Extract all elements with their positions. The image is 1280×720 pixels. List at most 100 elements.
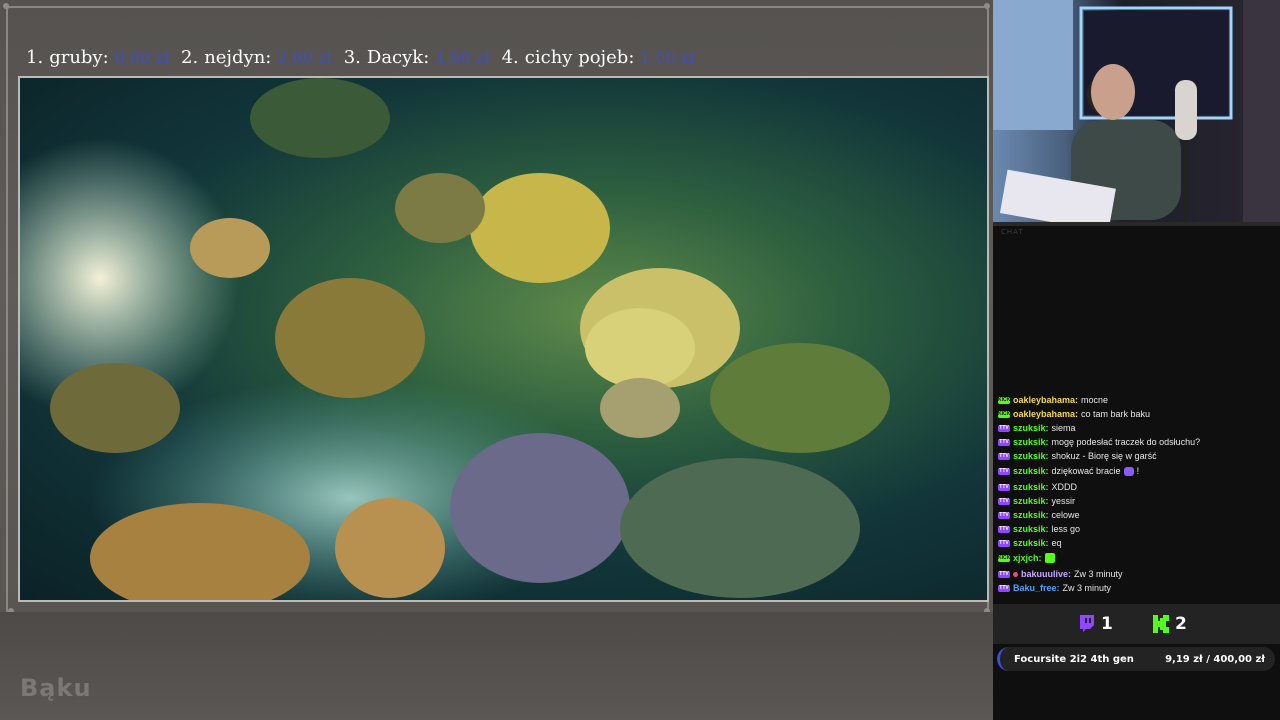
twitch-badge-icon: TTV bbox=[998, 483, 1010, 491]
donor-item: 1. gruby: 6,00 zł bbox=[26, 47, 169, 68]
chat-text: shokuz - Biorę się w garść bbox=[1051, 451, 1157, 461]
live-status-icon bbox=[1013, 571, 1018, 577]
chat-text: eq bbox=[1051, 538, 1062, 548]
coral-reef-scene bbox=[20, 78, 890, 600]
chat-username: szuksik: bbox=[1013, 496, 1049, 506]
chat-message: TTV szuksik: XDDD bbox=[998, 480, 1077, 494]
donor-item: 2. nejdyn: 2,00 zł bbox=[181, 47, 332, 68]
chat-message: TTV szuksik: dziękować bracie ! bbox=[998, 464, 1139, 478]
donor-amount: 1,00 zł bbox=[640, 47, 695, 67]
webcam-feed bbox=[993, 0, 1280, 222]
chat-username: szuksik: bbox=[1013, 538, 1049, 548]
chat-username: szuksik: bbox=[1013, 524, 1049, 534]
chat-message: TTV szuksik: siema bbox=[998, 421, 1076, 435]
chat-username: szuksik: bbox=[1013, 466, 1049, 476]
chat-username: oakleybahama: bbox=[1013, 395, 1079, 405]
chat-panel: KICK oakleybahama: mocne KICK oakleybaha… bbox=[993, 393, 1280, 598]
kick-badge-icon: KICK bbox=[998, 396, 1011, 404]
chat-text: less go bbox=[1051, 524, 1081, 534]
chat-message: TTV szuksik: less go bbox=[998, 522, 1080, 536]
chat-text: mogę podesłać traczek do odsłuchu? bbox=[1051, 437, 1201, 447]
twitch-logo-icon bbox=[1080, 615, 1094, 632]
chat-text: siema bbox=[1051, 423, 1076, 433]
stream-overlay-stage: 1. gruby: 6,00 zł 2. nejdyn: 2,00 zł 3. … bbox=[0, 0, 993, 720]
webcam-divider bbox=[993, 222, 1280, 226]
chat-message: TTV szuksik: eq bbox=[998, 536, 1062, 550]
twitch-badge-icon: TTV bbox=[998, 570, 1010, 578]
chat-text: XDDD bbox=[1051, 482, 1078, 492]
emote-icon bbox=[1044, 553, 1055, 563]
twitch-badge-icon: TTV bbox=[998, 452, 1010, 460]
twitch-count-value: 1 bbox=[1101, 614, 1113, 634]
kick-viewer-count: 2 bbox=[1153, 614, 1187, 634]
chat-message: TTV szuksik: celowe bbox=[998, 508, 1080, 522]
donor-item: 4. cichy pojeb: 1,00 zł bbox=[502, 47, 695, 68]
chat-username: oakleybahama: bbox=[1013, 409, 1079, 419]
video-player[interactable] bbox=[18, 76, 989, 602]
chat-username: szuksik: bbox=[1013, 482, 1049, 492]
chat-message: TTV szuksik: yessir bbox=[998, 494, 1075, 508]
goal-separator: / bbox=[1206, 653, 1210, 665]
brand-logo-text: Bąku bbox=[20, 674, 92, 702]
donor-rank: 4. bbox=[501, 46, 519, 68]
chat-username: bakuuulive: bbox=[1021, 569, 1072, 579]
donor-rank: 2. bbox=[181, 46, 199, 68]
donor-name: cichy pojeb: bbox=[524, 46, 635, 68]
heart-emote-icon bbox=[1123, 466, 1134, 476]
chat-text-suffix: ! bbox=[1136, 466, 1140, 476]
donor-rank: 3. bbox=[343, 46, 361, 68]
chat-text: mocne bbox=[1081, 395, 1109, 405]
kick-badge-icon: KICK bbox=[998, 554, 1011, 562]
twitch-badge-icon: TTV bbox=[998, 584, 1010, 592]
frame-corner-dot bbox=[3, 3, 9, 9]
twitch-badge-icon: TTV bbox=[998, 539, 1010, 547]
kick-logo-icon bbox=[1153, 615, 1169, 633]
right-sidebar: CHAT KICK oakleybahama: mocne KICK oakle… bbox=[993, 0, 1280, 720]
donor-name: gruby: bbox=[49, 46, 109, 68]
chat-text: co tam bark baku bbox=[1081, 409, 1151, 419]
chat-message: KICK oakleybahama: co tam bark baku bbox=[998, 407, 1150, 421]
chat-username: szuksik: bbox=[1013, 423, 1049, 433]
twitch-badge-icon: TTV bbox=[998, 525, 1010, 533]
kick-count-value: 2 bbox=[1175, 614, 1187, 634]
chat-message: TTV Baku_free: Zw 3 minuty bbox=[998, 581, 1111, 595]
top-donors-list: 1. gruby: 6,00 zł 2. nejdyn: 2,00 zł 3. … bbox=[26, 44, 695, 70]
twitch-badge-icon: TTV bbox=[998, 467, 1010, 475]
donor-name: nejdyn: bbox=[204, 46, 272, 68]
bottom-bar bbox=[0, 612, 993, 720]
chat-username: szuksik: bbox=[1013, 451, 1049, 461]
twitch-badge-icon: TTV bbox=[998, 497, 1010, 505]
chat-text: yessir bbox=[1051, 496, 1076, 506]
twitch-badge-icon: TTV bbox=[998, 438, 1010, 446]
chat-text: Zw 3 minuty bbox=[1074, 569, 1123, 579]
chat-username: szuksik: bbox=[1013, 437, 1049, 447]
chat-message: TTV bakuuulive: Zw 3 minuty bbox=[998, 567, 1123, 581]
donor-item: 3. Dacyk: 1,50 zł bbox=[344, 47, 490, 68]
twitch-badge-icon: TTV bbox=[998, 424, 1010, 432]
chat-message: KICK oakleybahama: mocne bbox=[998, 393, 1108, 407]
goal-target: 400,00 zł bbox=[1213, 653, 1265, 665]
viewer-counts: 1 2 bbox=[993, 604, 1280, 644]
twitch-viewer-count: 1 bbox=[1079, 614, 1113, 634]
donor-rank: 1. bbox=[26, 46, 44, 68]
chat-message: KICK xjxjch: bbox=[998, 551, 1055, 565]
chat-message: TTV szuksik: shokuz - Biorę się w garść bbox=[998, 449, 1157, 463]
kick-badge-icon: KICK bbox=[998, 410, 1011, 418]
twitch-badge-icon: TTV bbox=[998, 511, 1010, 519]
frame-corner-dot bbox=[984, 3, 990, 9]
chat-text: Zw 3 minuty bbox=[1062, 583, 1112, 593]
goal-amount: 9,19 zł / 400,00 zł bbox=[1165, 654, 1265, 665]
chat-username: Baku_free: bbox=[1013, 583, 1060, 593]
donation-goal-bar: Focursite 2i2 4th gen 9,19 zł / 400,00 z… bbox=[997, 647, 1275, 671]
donor-amount: 1,50 zł bbox=[435, 47, 490, 67]
chat-text: celowe bbox=[1051, 510, 1080, 520]
goal-title: Focursite 2i2 4th gen bbox=[1014, 653, 1134, 665]
chat-message: TTV szuksik: mogę podesłać traczek do od… bbox=[998, 435, 1200, 449]
donor-amount: 6,00 zł bbox=[114, 47, 169, 67]
goal-progress: 9,19 zł bbox=[1165, 653, 1203, 665]
donor-name: Dacyk: bbox=[366, 46, 430, 68]
donor-amount: 2,00 zł bbox=[277, 47, 332, 67]
chat-username: szuksik: bbox=[1013, 510, 1049, 520]
chat-text: dziękować bracie bbox=[1051, 466, 1121, 476]
chat-username: xjxjch: bbox=[1013, 553, 1042, 563]
